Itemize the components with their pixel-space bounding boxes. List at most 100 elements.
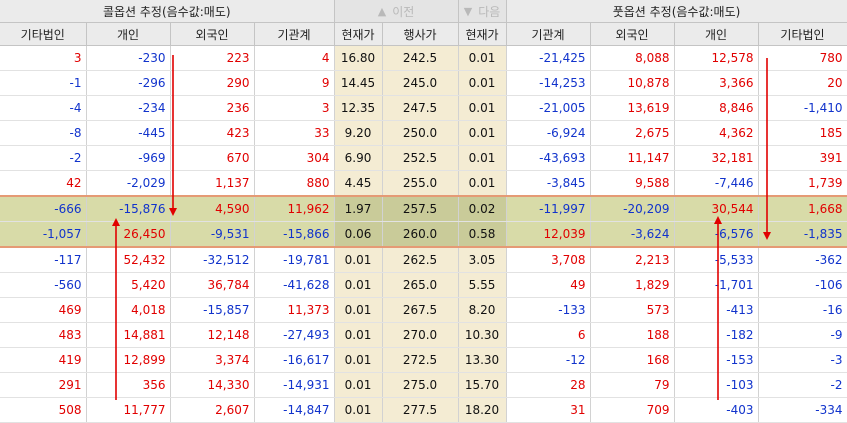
cell-put-foreign: 13,619 xyxy=(590,95,675,121)
cell-put-individual: 30,544 xyxy=(674,195,759,222)
col-call-price[interactable]: 현재가 xyxy=(334,22,383,46)
col-call-individual[interactable]: 개인 xyxy=(86,22,171,46)
table-row[interactable]: -1 -296 290 9 14.45 245.0 0.01 -14,253 10,878 3,3… xyxy=(0,70,847,96)
cell-call-other-corp: -2 xyxy=(0,145,87,171)
cell-put-institution: -43,693 xyxy=(506,145,591,171)
cell-put-foreign: 168 xyxy=(590,347,675,373)
cell-call-price: 0.01 xyxy=(334,297,383,323)
cell-call-foreign: 1,137 xyxy=(170,170,255,197)
next-label: 다음 xyxy=(478,4,501,19)
cell-call-institution: 33 xyxy=(254,120,335,146)
col-put-foreign[interactable]: 외국인 xyxy=(590,22,675,46)
cell-call-individual: 11,777 xyxy=(86,397,171,423)
cell-call-other-corp: 483 xyxy=(0,322,87,348)
cell-put-price: 18.20 xyxy=(458,397,507,423)
table-row[interactable]: 42 -2,029 1,137 880 4.45 255.0 0.01 -3,845 9,588… xyxy=(0,170,847,197)
cell-call-price: 14.45 xyxy=(334,70,383,96)
cell-put-foreign: 2,675 xyxy=(590,120,675,146)
cell-put-other-corp: -2 xyxy=(758,372,847,398)
cell-call-other-corp: -8 xyxy=(0,120,87,146)
cell-call-price: 12.35 xyxy=(334,95,383,121)
col-call-other-corp[interactable]: 기타법인 xyxy=(0,22,87,46)
cell-call-individual: -2,029 xyxy=(86,170,171,197)
prev-button[interactable]: ▲ 이전 xyxy=(378,3,415,20)
cell-call-price: 0.01 xyxy=(334,272,383,298)
triangle-down-icon: ▼ xyxy=(463,4,473,18)
cell-put-other-corp: -16 xyxy=(758,297,847,323)
table-row[interactable]: -560 5,420 36,784 -41,628 0.01 265.0 5.55 49 1,8… xyxy=(0,272,847,298)
cell-call-institution: 9 xyxy=(254,70,335,96)
cell-call-individual: -234 xyxy=(86,95,171,121)
cell-call-institution: -19,781 xyxy=(254,247,335,273)
cell-strike-price: 247.5 xyxy=(382,95,459,121)
cell-call-individual: -15,876 xyxy=(86,195,171,222)
cell-strike-price: 267.5 xyxy=(382,297,459,323)
cell-call-institution: 3 xyxy=(254,95,335,121)
table-row[interactable]: 3 -230 223 4 16.80 242.5 0.01 -21,425 8,088 12,57… xyxy=(0,45,847,71)
cell-call-foreign: -9,531 xyxy=(170,221,255,248)
next-button[interactable]: ▼ 다음 xyxy=(464,3,501,20)
cell-put-foreign: 2,213 xyxy=(590,247,675,273)
table-row[interactable]: 469 4,018 -15,857 11,373 0.01 267.5 8.20 -133 57… xyxy=(0,297,847,323)
table-row[interactable]: -117 52,432 -32,512 -19,781 0.01 262.5 3.05 3,7… xyxy=(0,247,847,273)
cell-put-institution: 49 xyxy=(506,272,591,298)
cell-strike-price: 242.5 xyxy=(382,45,459,71)
cell-strike-price: 250.0 xyxy=(382,120,459,146)
cell-put-other-corp: -1,835 xyxy=(758,221,847,248)
cell-call-other-corp: -4 xyxy=(0,95,87,121)
cell-put-foreign: 573 xyxy=(590,297,675,323)
table-row[interactable]: 419 12,899 3,374 -16,617 0.01 272.5 13.30 -12 16… xyxy=(0,347,847,373)
cell-call-individual: -230 xyxy=(86,45,171,71)
cell-put-price: 15.70 xyxy=(458,372,507,398)
cell-strike-price: 260.0 xyxy=(382,221,459,248)
col-put-institution[interactable]: 기관계 xyxy=(506,22,591,46)
cell-call-institution: 304 xyxy=(254,145,335,171)
prev-label: 이전 xyxy=(392,4,415,19)
table-row[interactable]: -666 -15,876 4,590 11,962 1.97 257.5 0.02 -11,9… xyxy=(0,195,847,222)
cell-put-institution: 31 xyxy=(506,397,591,423)
cell-put-foreign: 10,878 xyxy=(590,70,675,96)
cell-put-other-corp: -362 xyxy=(758,247,847,273)
table-row[interactable]: 483 14,881 12,148 -27,493 0.01 270.0 10.30 6 188… xyxy=(0,322,847,348)
cell-call-foreign: 423 xyxy=(170,120,255,146)
cell-put-price: 10.30 xyxy=(458,322,507,348)
cell-call-institution: -14,931 xyxy=(254,372,335,398)
cell-call-other-corp: -1 xyxy=(0,70,87,96)
table-row[interactable]: -2 -969 670 304 6.90 252.5 0.01 -43,693 11,147 32… xyxy=(0,145,847,171)
cell-put-foreign: 188 xyxy=(590,322,675,348)
col-put-price[interactable]: 현재가 xyxy=(458,22,507,46)
col-put-individual[interactable]: 개인 xyxy=(674,22,759,46)
cell-call-price: 0.01 xyxy=(334,322,383,348)
col-call-foreign[interactable]: 외국인 xyxy=(170,22,255,46)
cell-put-institution: -3,845 xyxy=(506,170,591,197)
prev-nav-cell: ▲ 이전 xyxy=(334,0,459,23)
cell-call-foreign: 290 xyxy=(170,70,255,96)
table-row[interactable]: -1,057 26,450 -9,531 -15,866 0.06 260.0 0.58 12… xyxy=(0,221,847,248)
cell-call-foreign: -15,857 xyxy=(170,297,255,323)
option-table-body: 3 -230 223 4 16.80 242.5 0.01 -21,425 8,088 12,57… xyxy=(0,45,847,423)
table-row[interactable]: -8 -445 423 33 9.20 250.0 0.01 -6,924 2,675 4,362… xyxy=(0,120,847,146)
cell-call-other-corp: 469 xyxy=(0,297,87,323)
col-put-other-corp[interactable]: 기타법인 xyxy=(758,22,847,46)
table-row[interactable]: 508 11,777 2,607 -14,847 0.01 277.5 18.20 31 709… xyxy=(0,397,847,423)
cell-call-individual: 12,899 xyxy=(86,347,171,373)
cell-put-foreign: 79 xyxy=(590,372,675,398)
cell-put-individual: 32,181 xyxy=(674,145,759,171)
cell-put-institution: 3,708 xyxy=(506,247,591,273)
cell-strike-price: 277.5 xyxy=(382,397,459,423)
col-call-institution[interactable]: 기관계 xyxy=(254,22,335,46)
cell-call-foreign: 36,784 xyxy=(170,272,255,298)
cell-put-other-corp: -334 xyxy=(758,397,847,423)
cell-call-price: 16.80 xyxy=(334,45,383,71)
cell-put-price: 5.55 xyxy=(458,272,507,298)
cell-call-foreign: 223 xyxy=(170,45,255,71)
cell-call-individual: -296 xyxy=(86,70,171,96)
cell-call-foreign: -32,512 xyxy=(170,247,255,273)
col-strike-price[interactable]: 행사가 xyxy=(382,22,459,46)
table-row[interactable]: -4 -234 236 3 12.35 247.5 0.01 -21,005 13,619 8,8… xyxy=(0,95,847,121)
table-row[interactable]: 291 356 14,330 -14,931 0.01 275.0 15.70 28 79 -10… xyxy=(0,372,847,398)
cell-call-individual: 52,432 xyxy=(86,247,171,273)
cell-call-institution: -27,493 xyxy=(254,322,335,348)
cell-call-institution: 4 xyxy=(254,45,335,71)
cell-call-foreign: 2,607 xyxy=(170,397,255,423)
